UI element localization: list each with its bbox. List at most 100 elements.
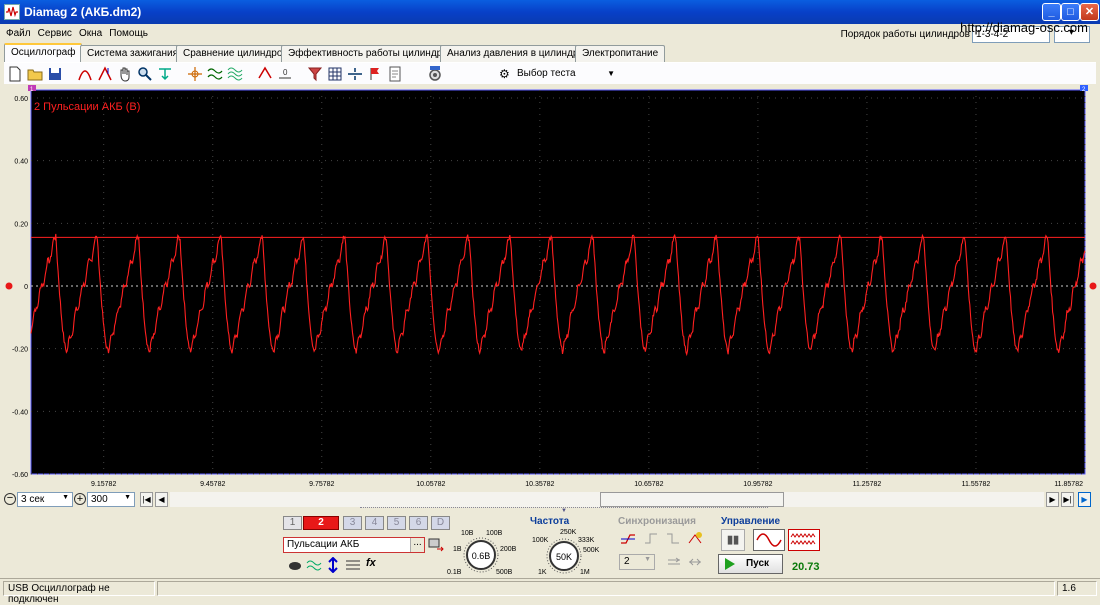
voltage-mark-500v: 500В (496, 569, 513, 576)
channel-4-button[interactable]: 4 (365, 516, 384, 530)
go-end-icon[interactable]: ▶| (1061, 492, 1074, 507)
line-style-icon[interactable] (345, 557, 361, 573)
zoom-in-icon[interactable]: + (74, 493, 86, 505)
autofit-icon[interactable] (156, 65, 174, 83)
play-scroll-icon[interactable]: ▶ (1078, 492, 1091, 507)
channel-5-button[interactable]: 5 (387, 516, 406, 530)
y-tick-label: 0 (24, 284, 28, 291)
measure-arc-icon[interactable] (76, 65, 94, 83)
freq-mark-500k: 500K (583, 547, 600, 554)
samples-value: 300 (91, 494, 108, 505)
minimize-button[interactable]: _ (1042, 3, 1061, 21)
cross-cursor-icon[interactable] (186, 65, 204, 83)
sync-shift-icon[interactable] (687, 554, 703, 570)
pause-button[interactable]: ▮▮ (721, 529, 745, 551)
sync-front-icon[interactable] (643, 531, 659, 547)
zero-level-icon[interactable]: 0 (276, 65, 294, 83)
x-tick-label: 9.75782 (309, 481, 334, 488)
open-folder-icon[interactable] (26, 65, 44, 83)
zoom-icon[interactable] (136, 65, 154, 83)
window-title: Diamag 2 (АКБ.dm2) (24, 5, 142, 19)
new-file-icon[interactable] (6, 65, 24, 83)
status-message: USB Осциллограф не подключен (3, 581, 155, 605)
continuous-mode-button[interactable] (788, 529, 820, 551)
tab-power-supply[interactable]: Электропитание (575, 45, 666, 62)
cursor-icon[interactable] (96, 65, 114, 83)
sync-auto-icon[interactable] (687, 531, 703, 547)
report-icon[interactable] (386, 65, 404, 83)
x-tick-label: 9.15782 (91, 481, 116, 488)
x-tick-label: 11.55782 (962, 481, 991, 488)
tab-ignition[interactable]: Система зажигания (80, 45, 185, 62)
channel-1-button[interactable]: 1 (283, 516, 302, 530)
x-tick-label: 11.85782 (1054, 481, 1083, 488)
tab-cylinder-efficiency[interactable]: Эффективность работы цилиндров (281, 45, 461, 62)
oscilloscope-panel: 0.60 0.40 0.20 0 -0.20 -0.40 -0.60 9.15782 9.45… (0, 85, 1100, 490)
tab-cylinder-comparison[interactable]: Сравнение цилиндров (176, 45, 295, 62)
sync-fall-icon[interactable] (665, 531, 681, 547)
y-tick-label: -0.40 (12, 409, 28, 416)
zero-marker-left (5, 282, 13, 290)
menu-file[interactable]: Файл (4, 25, 33, 42)
hand-pan-icon[interactable] (116, 65, 134, 83)
x-tick-label: 9.45782 (200, 481, 225, 488)
sync-channel-select[interactable]: 2 ▼ (619, 554, 655, 570)
x-tick-label: 10.65782 (634, 481, 663, 488)
filter-icon[interactable] (306, 65, 324, 83)
freq-mark-250k: 250K (560, 529, 577, 536)
voltage-mark-100v: 100В (486, 530, 503, 537)
oscilloscope-screen[interactable]: 0.60 0.40 0.20 0 -0.20 -0.40 -0.60 9.15782 9.45… (0, 85, 1100, 490)
function-icon[interactable]: fx (366, 557, 382, 573)
multi-wave-icon[interactable] (226, 65, 244, 83)
swap-channel-icon[interactable] (428, 537, 444, 553)
scroll-left-icon[interactable]: ◀ (155, 492, 168, 507)
website-url: http://diamag-osc.com (960, 20, 1088, 35)
sync-rise-icon[interactable] (620, 531, 636, 547)
tab-cylinder-pressure[interactable]: Анализ давления в цилиндре (440, 45, 592, 62)
test-select-dropdown[interactable]: ⚙ Выбор теста ▼ (494, 64, 622, 83)
y-axis-ticks: 0.60 0.40 0.20 0 -0.20 -0.40 -0.60 (12, 96, 28, 479)
channel-name-field[interactable]: Пульсации АКБ... (283, 537, 425, 553)
y-tick-label: -0.60 (12, 472, 28, 479)
freq-mark-100k: 100K (532, 537, 549, 544)
waves-icon[interactable] (206, 65, 224, 83)
channel-2-button[interactable]: 2 (303, 516, 339, 530)
panel-splitter[interactable]: ▼ (360, 507, 768, 514)
channel-name-browse-button[interactable]: ... (410, 538, 424, 552)
voltage-knob[interactable]: 0.6В 10В 100В 1В 200В 0.1В 500В (443, 523, 523, 579)
save-icon[interactable] (46, 65, 64, 83)
vertical-offset-icon[interactable] (325, 556, 341, 574)
zoom-out-icon[interactable]: − (4, 493, 16, 505)
menu-windows[interactable]: Окна (77, 25, 104, 42)
waveform-type-icon[interactable] (306, 557, 322, 573)
timebase-value: 3 сек (21, 494, 45, 505)
probe-icon[interactable] (287, 557, 303, 573)
auto-measure-icon[interactable] (256, 65, 274, 83)
channel-name-value: Пульсации АКБ (287, 539, 360, 550)
voltage-mark-1v: 1В (453, 546, 462, 553)
single-shot-button[interactable] (753, 529, 785, 551)
menu-help[interactable]: Помощь (107, 25, 150, 42)
grid-icon[interactable] (326, 65, 344, 83)
go-start-icon[interactable]: |◀ (140, 492, 153, 507)
menu-service[interactable]: Сервис (36, 25, 74, 42)
frequency-knob[interactable]: 50K 250K 100K 333K 500K 1K 1M (528, 524, 608, 578)
close-button[interactable]: ✕ (1080, 3, 1099, 21)
split-icon[interactable] (346, 65, 364, 83)
marker-flag-icon[interactable] (366, 65, 384, 83)
tab-oscilloscope[interactable]: Осциллограф (4, 43, 83, 62)
scroll-right-icon[interactable]: ▶ (1046, 492, 1059, 507)
start-button[interactable]: Пуск (718, 554, 783, 574)
sync-level-icon[interactable] (666, 554, 682, 570)
x-tick-label: 10.95782 (743, 481, 772, 488)
channel-3-button[interactable]: 3 (343, 516, 362, 530)
title-bar: Diamag 2 (АКБ.dm2) _ □ ✕ (0, 0, 1100, 24)
samples-select[interactable]: 300 ▼ (87, 492, 135, 507)
time-scrollbar[interactable] (170, 492, 1044, 507)
maximize-button[interactable]: □ (1061, 3, 1080, 21)
auto-settings-icon[interactable] (426, 65, 444, 83)
time-scrollbar-thumb[interactable] (600, 492, 784, 507)
timebase-select[interactable]: 3 сек ▼ (17, 492, 73, 507)
test-select-label: Выбор теста (517, 68, 576, 79)
channel-6-button[interactable]: 6 (409, 516, 428, 530)
